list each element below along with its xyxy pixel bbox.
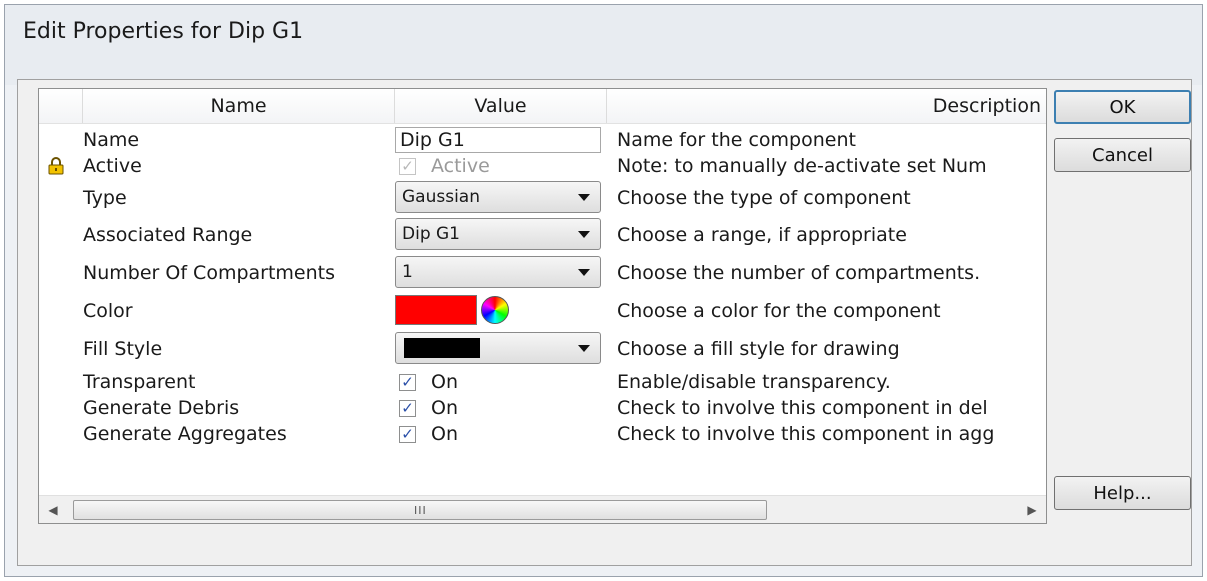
table-row: Name Dip G1 Name for the component: [39, 127, 1046, 153]
associated-range-dropdown[interactable]: Dip G1: [395, 218, 601, 250]
cancel-button[interactable]: Cancel: [1054, 138, 1191, 172]
ok-button[interactable]: OK: [1054, 90, 1191, 124]
column-header-description[interactable]: Description: [607, 89, 1046, 123]
table-row: Generate Aggregates ✓ On Check to involv…: [39, 421, 1046, 447]
row-description: Choose the type of component: [617, 187, 911, 209]
active-checkbox[interactable]: ✓: [399, 158, 416, 175]
row-description: Choose a color for the component: [617, 300, 941, 322]
column-header-value[interactable]: Value: [395, 89, 607, 123]
row-description: Choose a fill style for drawing: [617, 338, 900, 360]
row-label: Type: [83, 187, 127, 209]
property-grid: Name Value Description Name Dip G1 Name …: [38, 88, 1047, 524]
row-label: Name: [83, 129, 140, 151]
table-row: Number Of Compartments 1 Choose the numb…: [39, 253, 1046, 291]
scrollbar-grip: III: [414, 504, 427, 517]
generate-debris-checkbox-label: On: [431, 397, 458, 419]
color-picker-icon[interactable]: [481, 296, 509, 324]
window-title: Edit Properties for Dip G1: [23, 19, 304, 44]
type-dropdown-value: Gaussian: [402, 187, 480, 207]
color-swatch[interactable]: [395, 295, 477, 325]
name-input[interactable]: Dip G1: [395, 127, 601, 153]
dialog-body: Name Value Description Name Dip G1 Name …: [17, 79, 1192, 566]
generate-aggregates-checkbox[interactable]: ✓: [399, 426, 416, 443]
compartments-dropdown-value: 1: [402, 262, 413, 282]
row-description: Check to involve this component in agg: [617, 423, 995, 445]
horizontal-scrollbar[interactable]: ◀ III ▶: [39, 495, 1046, 523]
row-description: Enable/disable transparency.: [617, 371, 891, 393]
row-description: Name for the component: [617, 129, 856, 151]
table-row: Generate Debris ✓ On Check to involve th…: [39, 395, 1046, 421]
scrollbar-thumb[interactable]: III: [73, 500, 767, 520]
table-row: Type Gaussian Choose the type of compone…: [39, 179, 1046, 215]
type-dropdown[interactable]: Gaussian: [395, 181, 601, 213]
row-label: Associated Range: [83, 224, 253, 246]
header-spacer: [39, 89, 83, 123]
compartments-dropdown[interactable]: 1: [395, 256, 601, 288]
row-description: Check to involve this component in del: [617, 397, 988, 419]
row-description: Choose the number of compartments.: [617, 262, 981, 284]
row-label: Color: [83, 300, 133, 322]
scroll-left-icon[interactable]: ◀: [43, 500, 63, 520]
table-row: Color Choose a color for the component: [39, 291, 1046, 329]
row-label: Active: [83, 155, 142, 177]
transparent-checkbox[interactable]: ✓: [399, 374, 416, 391]
table-row: Active ✓ Active Note: to manually de-act…: [39, 153, 1046, 179]
table-row: Associated Range Dip G1 Choose a range, …: [39, 215, 1046, 253]
table-row: Fill Style Choose a fill style for drawi…: [39, 329, 1046, 367]
table-row: Transparent ✓ On Enable/disable transpar…: [39, 369, 1046, 395]
title-bar: Edit Properties for Dip G1: [5, 5, 1202, 85]
edit-properties-dialog: Edit Properties for Dip G1 Name Value De…: [4, 4, 1203, 577]
transparent-checkbox-label: On: [431, 371, 458, 393]
chevron-down-icon: [578, 194, 590, 201]
row-label: Generate Debris: [83, 397, 240, 419]
scroll-right-icon[interactable]: ▶: [1022, 500, 1042, 520]
chevron-down-icon: [578, 269, 590, 276]
generate-aggregates-checkbox-label: On: [431, 423, 458, 445]
row-label: Fill Style: [83, 338, 163, 360]
active-checkbox-label: Active: [431, 155, 490, 177]
row-label: Number Of Compartments: [83, 262, 336, 284]
column-header-name[interactable]: Name: [83, 89, 395, 123]
row-label: Transparent: [83, 371, 196, 393]
help-button[interactable]: Help...: [1054, 476, 1191, 510]
generate-debris-checkbox[interactable]: ✓: [399, 400, 416, 417]
associated-range-dropdown-value: Dip G1: [402, 224, 460, 244]
chevron-down-icon: [578, 231, 590, 238]
header-divider: [39, 123, 1046, 124]
fill-style-preview: [404, 338, 480, 358]
row-description: Choose a range, if appropriate: [617, 224, 907, 246]
fill-style-dropdown[interactable]: [395, 332, 601, 364]
chevron-down-icon: [578, 345, 590, 352]
row-description: Note: to manually de-activate set Num: [617, 155, 987, 177]
row-label: Generate Aggregates: [83, 423, 287, 445]
lock-icon: [48, 157, 64, 175]
